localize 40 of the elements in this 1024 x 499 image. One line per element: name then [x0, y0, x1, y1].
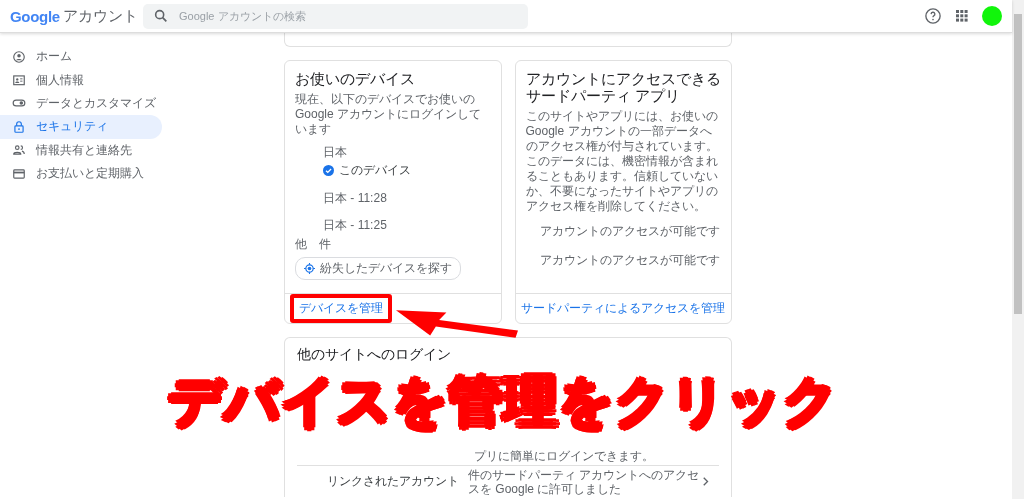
search-field[interactable]: Google アカウントの検索	[143, 3, 528, 29]
manage-access-link[interactable]: サードパーティによるアクセスを管理	[520, 300, 725, 317]
id-card-icon	[12, 73, 26, 88]
current-device-label: このデバイス	[323, 162, 491, 179]
app-access-text: アカウントのアクセスが可能です	[539, 224, 721, 239]
app-access-text: アカウントのアクセスが可能です	[539, 253, 721, 268]
person-circle-icon	[12, 49, 26, 64]
device-name: 日本 - 11:28	[323, 191, 388, 206]
sidebar-item[interactable]: 個人情報	[0, 68, 162, 92]
sidebar-item[interactable]: お支払いと定期購入	[0, 161, 162, 186]
card-title: お使いのデバイス	[295, 71, 416, 88]
sidebar-item[interactable]: 情報共有と連絡先	[0, 138, 162, 162]
sidebar-item[interactable]: ホーム	[0, 45, 162, 69]
row-description: 件のサードパーティ アカウントへのアクセスを Google に許可しました	[468, 467, 701, 496]
card-title: 他のサイトへのログイン	[297, 346, 452, 363]
row-label: リンクされたアカウント	[327, 473, 460, 490]
card-description: 現在、以下のデバイスでお使いの Google アカウントにログインしています	[295, 92, 483, 137]
device-count: 他 件	[295, 237, 332, 252]
people-icon	[12, 143, 26, 158]
find-device-button[interactable]: 紛失したデバイスを探す	[295, 257, 461, 280]
scrollbar[interactable]	[1012, 0, 1024, 499]
annotation-caption: デバイスを管理をクリック	[168, 368, 838, 435]
card-title: アカウントにアクセスできるサードパーティ アプリ	[525, 71, 721, 105]
device-name: 日本 - 11:25	[323, 218, 388, 233]
help-icon[interactable]	[924, 7, 942, 25]
row-description: プリに簡単にログインできます。	[474, 449, 655, 463]
apps-grid-icon[interactable]	[956, 10, 968, 22]
logo[interactable]: Google	[10, 7, 60, 25]
sidebar-item[interactable]: データとカスタマイズ	[0, 91, 162, 116]
sidebar-item[interactable]: セキュリティ	[0, 115, 162, 139]
product-name: アカウント	[62, 6, 138, 26]
card-description: このサイトやアプリには、お使いの Google アカウントの一部データへのアクセス権が付与されています。このデータには、機密情報が含まれることもあります。信頼していないか、不要になったサイトやアプリのアクセス権を削除してください。	[525, 109, 719, 214]
credit-card-icon	[12, 166, 26, 181]
lock-icon	[12, 119, 26, 134]
check-circle-icon	[323, 165, 334, 176]
search-icon	[153, 8, 169, 24]
chevron-icon[interactable]	[703, 477, 709, 486]
device-name: 日本	[323, 145, 348, 160]
manage-devices-link[interactable]: デバイスを管理	[299, 300, 383, 317]
location-icon	[304, 263, 315, 274]
